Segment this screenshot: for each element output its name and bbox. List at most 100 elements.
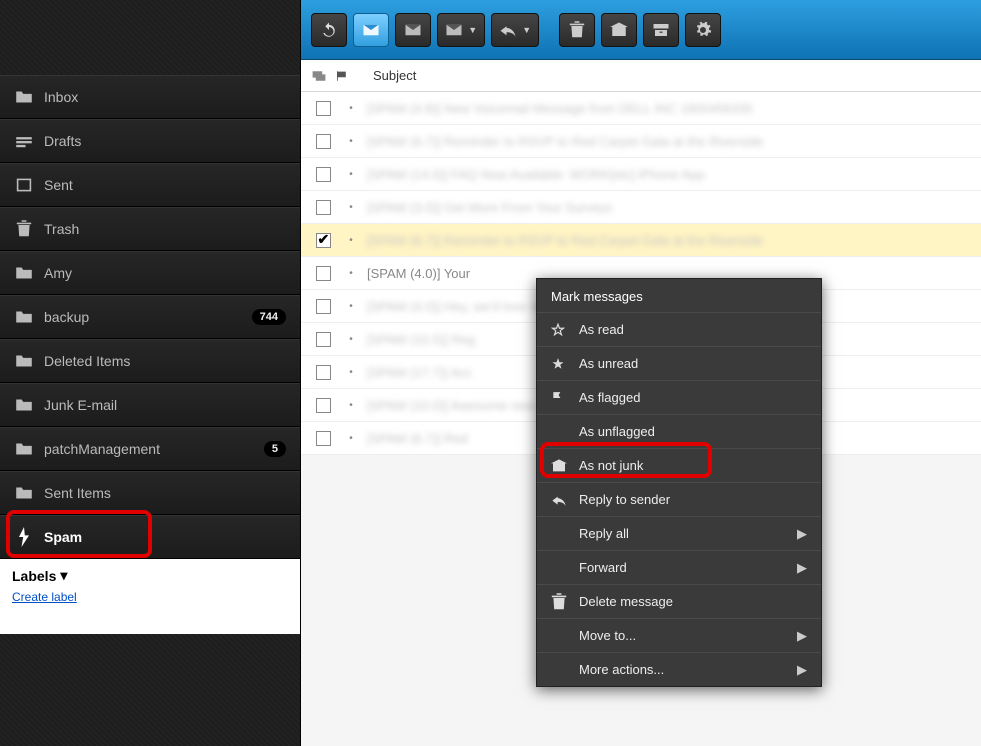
menu-item-label: Delete message (579, 594, 807, 609)
message-checkbox[interactable] (311, 365, 335, 380)
message-row[interactable]: • [SPAM (14.6)] FAQ Now Available: WORK[e… (301, 158, 981, 191)
menu-item-delete-message[interactable]: Delete message (537, 584, 821, 618)
menu-header: Mark messages (537, 279, 821, 312)
thread-column-icon[interactable] (311, 69, 335, 83)
toolbar: ▼ ▼ (301, 0, 981, 60)
folder-item-sent-items[interactable]: Sent Items (0, 471, 300, 515)
menu-item-label: More actions... (579, 662, 787, 677)
junk-button[interactable] (601, 13, 637, 47)
labels-header[interactable]: Labels ▾ (12, 567, 288, 584)
folder-item-sent[interactable]: Sent (0, 163, 300, 207)
menu-item-reply-to-sender[interactable]: Reply to sender (537, 482, 821, 516)
trash-icon (14, 221, 34, 237)
folder-item-backup[interactable]: backup 744 (0, 295, 300, 339)
flag-icon (551, 391, 569, 405)
message-row[interactable]: • [SPAM (6.7)] Reminder to RSVP to Red Ca… (301, 125, 981, 158)
menu-item-label: As read (579, 322, 807, 337)
refresh-button[interactable] (311, 13, 347, 47)
menu-item-label: As unread (579, 356, 807, 371)
folder-item-spam[interactable]: Spam (0, 515, 300, 559)
mail-action-dropdown[interactable]: ▼ (437, 13, 485, 47)
archive-button[interactable] (643, 13, 679, 47)
folder-item-deleted-items[interactable]: Deleted Items (0, 339, 300, 383)
submenu-arrow-icon: ▶ (797, 526, 807, 542)
create-label-link[interactable]: Create label (12, 590, 77, 604)
menu-item-move-to[interactable]: Move to...▶ (537, 618, 821, 652)
submenu-arrow-icon: ▶ (797, 560, 807, 576)
submenu-arrow-icon: ▶ (797, 628, 807, 644)
labels-header-text: Labels (12, 568, 56, 584)
settings-button[interactable] (685, 13, 721, 47)
trash-icon (551, 593, 569, 611)
list-header: Subject (301, 60, 981, 92)
folder-item-amy[interactable]: Amy (0, 251, 300, 295)
reply-icon (551, 493, 569, 507)
subject-column-header[interactable]: Subject (365, 68, 971, 83)
message-subject: [SPAM (6.7)] Reminder to RSVP to Red Car… (367, 233, 971, 248)
submenu-arrow-icon: ▶ (797, 662, 807, 678)
mail-unread-button[interactable] (353, 13, 389, 47)
message-subject: [SPAM (14.6)] FAQ Now Available: WORK[et… (367, 167, 971, 182)
bullet-icon: • (345, 235, 357, 246)
bullet-icon: • (345, 334, 357, 345)
message-row[interactable]: • [SPAM (6.7)] Reminder to RSVP to Red Ca… (301, 224, 981, 257)
caret-down-icon: ▾ (60, 567, 67, 584)
delete-button[interactable] (559, 13, 595, 47)
folder-label: Junk E-mail (44, 397, 117, 413)
folder-icon (14, 485, 34, 501)
menu-item-forward[interactable]: Forward ▶ (537, 550, 821, 584)
menu-item-as-not-junk[interactable]: As not junk (537, 448, 821, 482)
sidebar-top-spacer (0, 0, 300, 75)
menu-item-label: Reply all (579, 526, 787, 541)
message-checkbox[interactable] (311, 266, 335, 281)
bullet-icon: • (345, 367, 357, 378)
menu-item-as-read[interactable]: As read (537, 312, 821, 346)
star-outline-icon (551, 323, 569, 337)
folder-label: backup (44, 309, 89, 325)
folder-label: Inbox (44, 89, 78, 105)
message-checkbox[interactable] (311, 332, 335, 347)
menu-item-as-flagged[interactable]: As flagged (537, 380, 821, 414)
message-checkbox[interactable] (311, 167, 335, 182)
folder-label: Spam (44, 529, 82, 545)
folder-badge: 744 (252, 309, 286, 325)
message-subject: [SPAM (3.0)] Get More From Your Surveys (367, 200, 971, 215)
context-menu: Mark messages As read As unread As flagged A… (536, 278, 822, 687)
bullet-icon: • (345, 169, 357, 180)
mail-read-button[interactable] (395, 13, 431, 47)
message-checkbox[interactable] (311, 398, 335, 413)
menu-item-more-actions[interactable]: More actions... ▶ (537, 652, 821, 686)
folder-item-inbox[interactable]: Inbox (0, 75, 300, 119)
folder-list: Inbox DraftsSentTrashAmy backup 744 Deleted … (0, 75, 300, 559)
message-row[interactable]: • [SPAM (4.8)] New Voicemail Message from… (301, 92, 981, 125)
flag-column-icon[interactable] (335, 69, 365, 83)
message-checkbox[interactable] (311, 101, 335, 116)
folder-icon (14, 397, 34, 413)
caret-down-icon: ▼ (468, 25, 477, 35)
folder-badge: 5 (264, 441, 286, 457)
folder-item-trash[interactable]: Trash (0, 207, 300, 251)
folder-item-drafts[interactable]: Drafts (0, 119, 300, 163)
reply-dropdown[interactable]: ▼ (491, 13, 539, 47)
message-checkbox[interactable] (311, 431, 335, 446)
menu-item-label: As unflagged (579, 424, 807, 439)
bullet-icon: • (345, 103, 357, 114)
menu-item-as-unread[interactable]: As unread (537, 346, 821, 380)
menu-item-label: Forward (579, 560, 787, 575)
bullet-icon: • (345, 136, 357, 147)
folder-item-patchmanagement[interactable]: patchManagement5 (0, 427, 300, 471)
message-subject: [SPAM (6.7)] Reminder to RSVP to Red Car… (367, 134, 971, 149)
message-row[interactable]: •[SPAM (3.0)] Get More From Your Surveys (301, 191, 981, 224)
message-subject: [SPAM (4.8)] New Voicemail Message from … (367, 101, 971, 116)
labels-section: Labels ▾ Create label (0, 559, 300, 634)
message-checkbox[interactable] (311, 233, 335, 248)
menu-item-reply-all[interactable]: Reply all ▶ (537, 516, 821, 550)
message-checkbox[interactable] (311, 134, 335, 149)
message-checkbox[interactable] (311, 299, 335, 314)
menu-item-as-unflagged[interactable]: As unflagged (537, 414, 821, 448)
folder-item-junk-e-mail[interactable]: Junk E-mail (0, 383, 300, 427)
menu-item-label: As not junk (579, 458, 807, 473)
sent-icon (14, 177, 34, 193)
folder-icon (14, 309, 34, 325)
message-checkbox[interactable] (311, 200, 335, 215)
